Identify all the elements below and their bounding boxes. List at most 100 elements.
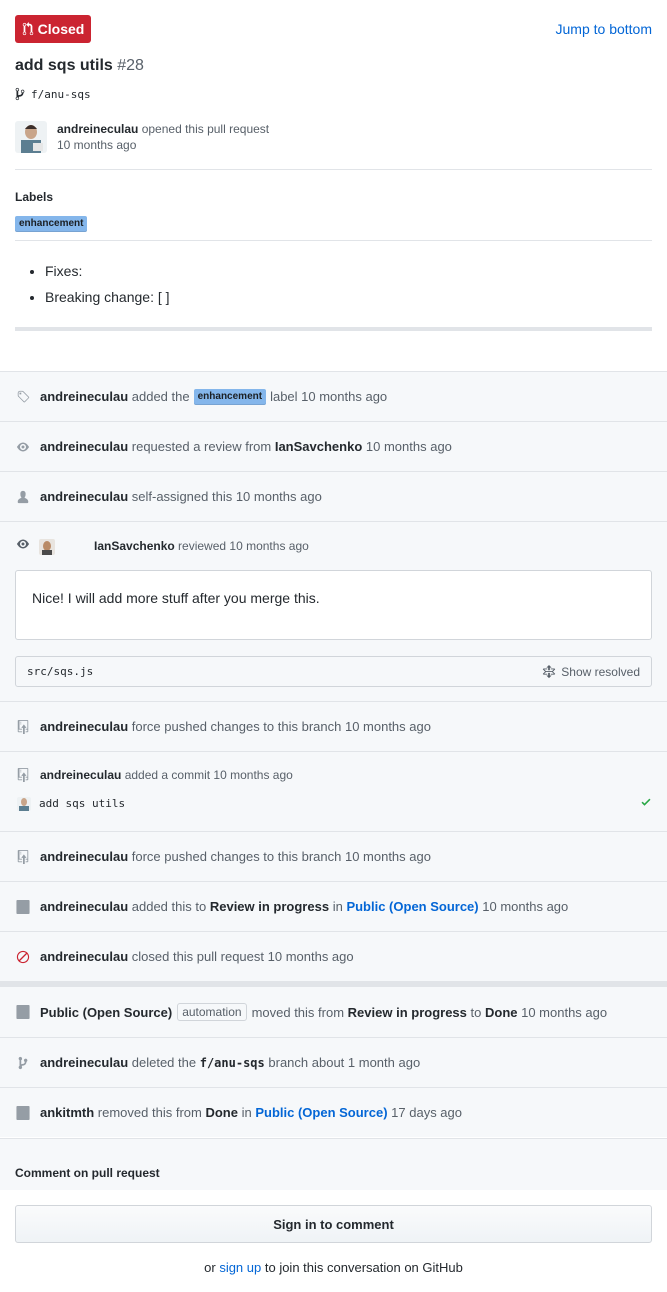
pr-opener: andreineculau opened this pull request 1… <box>15 121 269 153</box>
event-text: label 10 months ago <box>270 389 388 404</box>
event-text: closed this pull request 10 months ago <box>131 949 354 964</box>
timeline-item-moved: Public (Open Source) automation moved this… <box>0 987 667 1037</box>
signup-text: to join this conversation on GitHub <box>264 1260 463 1275</box>
event-text: moved this from <box>251 1004 345 1020</box>
repo-push-icon <box>15 719 31 735</box>
comment-heading: Comment on pull request <box>15 1166 160 1180</box>
timeline-item-force-push: andreineculau force pushed changes to th… <box>0 831 667 881</box>
divider <box>15 240 652 241</box>
timeline-item-force-push: andreineculau force pushed changes to th… <box>0 701 667 751</box>
event-text: deleted the <box>131 1055 197 1070</box>
event-text: added a commit 10 months ago <box>124 768 293 782</box>
timeline-item-closed: andreineculau closed this pull request 1… <box>0 931 667 981</box>
sign-up-link[interactable]: sign up <box>219 1260 261 1275</box>
event-user[interactable]: andreineculau <box>40 719 128 734</box>
branch-icon <box>15 87 25 101</box>
avatar[interactable] <box>39 539 55 555</box>
project-icon <box>15 1105 31 1121</box>
project-column: Done <box>205 1105 238 1120</box>
event-text: reviewed 10 months ago <box>178 539 309 553</box>
event-time: 10 months ago <box>365 439 452 454</box>
sign-in-to-comment-button[interactable]: Sign in to comment <box>15 1205 652 1243</box>
event-text: force pushed changes to this branch 10 m… <box>131 849 431 864</box>
project-icon <box>15 1004 31 1020</box>
timeline-item-project-added: andreineculau added this to Review in pr… <box>0 881 667 931</box>
eye-icon <box>15 538 31 553</box>
review-header: IanSavchenko reviewed 10 months ago <box>0 522 667 570</box>
pr-title-text: add sqs utils <box>15 57 113 74</box>
pr-state-badge: Closed <box>15 15 91 43</box>
pr-title: add sqs utils #28 <box>15 57 144 75</box>
timeline-item-project-removed: ankitmth removed this from Done in Publi… <box>0 1087 667 1137</box>
opener-action: opened this pull request <box>141 122 270 136</box>
jump-to-bottom-link[interactable]: Jump to bottom <box>556 21 653 37</box>
event-user[interactable]: andreineculau <box>40 439 128 454</box>
commit-row: add sqs utils <box>17 796 652 811</box>
review-file-path[interactable]: src/sqs.js <box>27 665 93 678</box>
event-time: 10 months ago <box>482 899 569 914</box>
person-icon <box>15 489 31 505</box>
event-user[interactable]: andreineculau <box>40 489 128 504</box>
event-text: added the <box>131 389 190 404</box>
event-user[interactable]: andreineculau <box>40 1055 128 1070</box>
automation-badge: automation <box>177 1003 247 1021</box>
branch-name: f/anu-sqs <box>31 87 91 101</box>
project-icon <box>15 899 31 915</box>
show-resolved-button[interactable]: Show resolved <box>542 664 640 679</box>
project-link[interactable]: Public (Open Source) <box>346 899 478 914</box>
event-user[interactable]: andreineculau <box>40 949 128 964</box>
project-column: Done <box>484 1004 518 1020</box>
review-file-header: src/sqs.js Show resolved <box>15 656 652 687</box>
avatar[interactable] <box>15 121 47 153</box>
repo-push-icon <box>17 768 29 785</box>
check-icon[interactable] <box>640 796 652 811</box>
circle-slash-icon <box>15 949 31 965</box>
branch-name: f/anu-sqs <box>199 1055 265 1070</box>
repo-push-icon <box>15 849 31 865</box>
event-user[interactable]: ankitmth <box>40 1105 94 1120</box>
event-user[interactable]: andreineculau <box>40 389 128 404</box>
event-text: removed this from <box>97 1105 202 1120</box>
comment-signin-area: Sign in to comment or sign up to join th… <box>0 1190 667 1292</box>
timeline-item-labeled: andreineculau added the enhancement label … <box>0 371 667 421</box>
event-user[interactable]: andreineculau <box>40 899 128 914</box>
timeline-item-assigned: andreineculau self-assigned this 10 mont… <box>0 471 667 521</box>
show-resolved-label: Show resolved <box>561 664 640 679</box>
signup-text: or <box>204 1260 216 1275</box>
timeline: andreineculau added the enhancement label … <box>0 371 667 1137</box>
labels-heading: Labels <box>15 190 54 204</box>
timeline-item-review-requested: andreineculau requested a review from Ia… <box>0 421 667 471</box>
list-item: Fixes: <box>45 258 170 284</box>
project-name[interactable]: Public (Open Source) <box>40 1005 172 1020</box>
avatar[interactable] <box>17 796 31 811</box>
unfold-icon <box>543 664 556 678</box>
event-time: 17 days ago <box>391 1105 462 1120</box>
event-text: force pushed changes to this branch 10 m… <box>131 719 431 734</box>
divider <box>15 169 652 170</box>
project-column: Review in progress <box>347 1004 467 1020</box>
label-enhancement[interactable]: enhancement <box>193 388 267 405</box>
label-enhancement[interactable]: enhancement <box>15 216 88 232</box>
event-text: in <box>241 1105 252 1120</box>
labels-list: enhancement <box>15 214 88 232</box>
reviewer-user[interactable]: IanSavchenko <box>94 539 175 553</box>
opener-user[interactable]: andreineculau <box>57 122 138 136</box>
project-column: Review in progress <box>209 899 330 914</box>
event-text: requested a review from <box>131 439 272 454</box>
reviewer-user[interactable]: IanSavchenko <box>275 439 362 454</box>
review-comment: Nice! I will add more stuff after you me… <box>15 570 652 640</box>
eye-icon <box>15 439 31 455</box>
tag-icon <box>15 389 31 405</box>
event-text: self-assigned this 10 months ago <box>131 489 322 504</box>
event-user[interactable]: andreineculau <box>40 768 121 782</box>
branch-icon <box>15 1055 31 1071</box>
pr-number: #28 <box>117 57 144 74</box>
event-text: added this to <box>131 899 207 914</box>
timeline-item-branch-deleted: andreineculau deleted the f/anu-sqs bran… <box>0 1037 667 1087</box>
project-link[interactable]: Public (Open Source) <box>255 1105 387 1120</box>
opener-time[interactable]: 10 months ago <box>57 137 269 153</box>
commit-message[interactable]: add sqs utils <box>39 797 125 810</box>
event-user[interactable]: andreineculau <box>40 849 128 864</box>
timeline-item-commit: andreineculau added a commit 10 months a… <box>0 751 667 831</box>
event-text: in <box>332 899 343 914</box>
